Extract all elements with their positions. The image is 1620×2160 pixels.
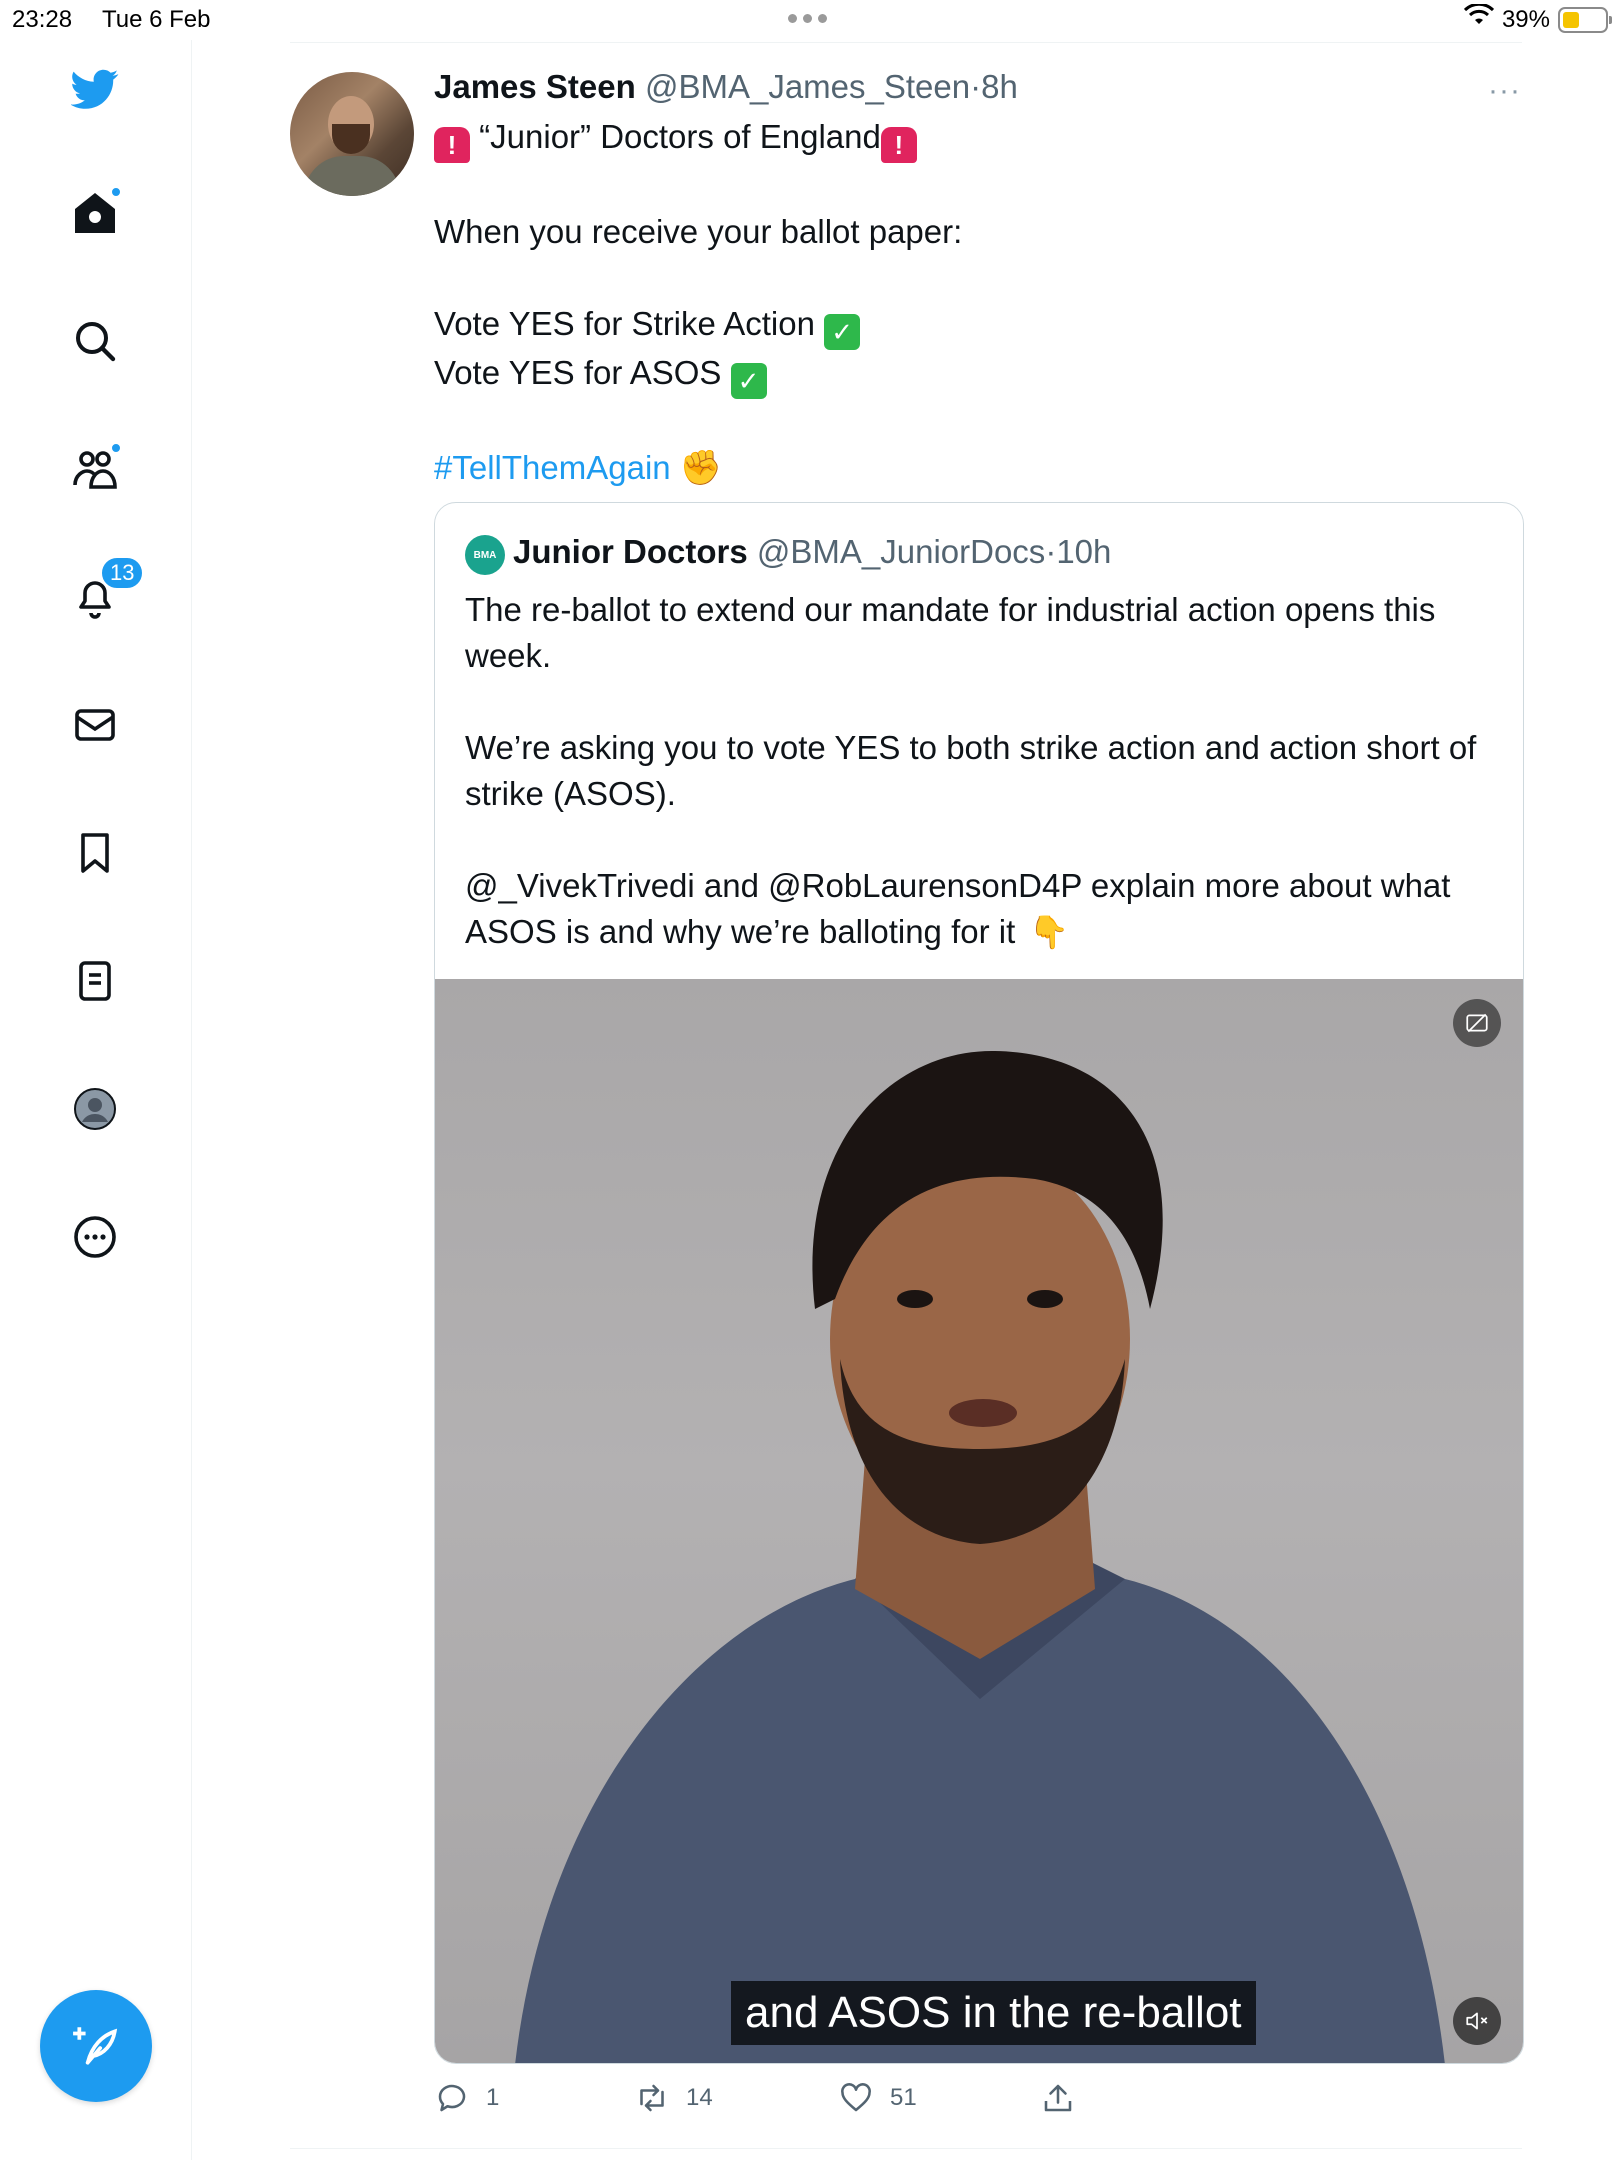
tweet-time[interactable]: 8h <box>981 68 1018 105</box>
timeline-divider <box>290 42 1522 43</box>
retweet-button[interactable]: 14 <box>634 2080 713 2116</box>
reply-button[interactable]: 1 <box>434 2080 499 2116</box>
bookmark-icon[interactable] <box>66 824 124 882</box>
sidebar: 13 <box>0 40 192 2160</box>
retweet-count: 14 <box>686 2084 713 2111</box>
quoted-text: The re-ballot to extend our mandate for … <box>465 587 1495 955</box>
video-caption: and ASOS in the re-ballot <box>731 1981 1256 2045</box>
mute-button[interactable] <box>1453 1997 1501 2045</box>
tweet-actions: 1 14 51 <box>434 2080 1534 2124</box>
quoted-time[interactable]: 10h <box>1056 533 1111 570</box>
share-button[interactable] <box>1040 2080 1076 2116</box>
communities-unread-dot <box>110 442 122 454</box>
header-separator: · <box>970 68 982 105</box>
author-avatar[interactable] <box>290 72 414 196</box>
check-emoji-icon: ✓ <box>730 363 767 399</box>
check-emoji-icon: ✓ <box>824 314 861 350</box>
more-circle-icon[interactable] <box>66 1208 124 1266</box>
quoted-paragraph-1: The re-ballot to extend our mandate for … <box>465 591 1436 674</box>
tweet-line-3: Vote YES for Strike Action <box>434 305 815 342</box>
captions-icon <box>1466 1013 1488 1033</box>
quoted-author-avatar[interactable]: BMA <box>465 535 505 575</box>
home-icon[interactable] <box>66 184 124 242</box>
timeline-divider <box>290 2148 1522 2149</box>
quoted-tweet[interactable]: BMA Junior Doctors @BMA_JuniorDocs·10h T… <box>434 502 1524 2064</box>
speaker-muted-icon <box>1466 2012 1488 2030</box>
tweet-text: ! “Junior” Doctors of England! When you … <box>434 114 1514 491</box>
author-handle[interactable]: @BMA_James_Steen <box>645 68 970 105</box>
author-name[interactable]: James Steen <box>434 68 636 105</box>
reply-count: 1 <box>486 2084 500 2111</box>
reply-icon <box>438 2084 466 2112</box>
status-time: 23:28 <box>12 6 73 33</box>
tweet-line-2: When you receive your ballot paper: <box>434 213 963 250</box>
battery-percent: 39% <box>1501 5 1550 33</box>
quoted-header-separator: · <box>1045 533 1057 570</box>
status-date: Tue 6 Feb <box>102 6 211 33</box>
mail-icon[interactable] <box>66 696 124 754</box>
search-icon[interactable] <box>66 312 124 370</box>
twitter-bird-icon[interactable] <box>66 60 124 118</box>
retweet-icon <box>640 2084 664 2112</box>
video-frame-person <box>515 1050 1445 2063</box>
battery-icon <box>1558 6 1612 33</box>
heart-icon <box>841 2083 871 2112</box>
communities-icon[interactable] <box>66 440 124 498</box>
compose-tweet-button[interactable] <box>40 1990 152 2102</box>
quoted-author-handle[interactable]: @BMA_JuniorDocs <box>757 533 1045 570</box>
tweet-line-1: “Junior” Doctors of England <box>479 118 881 155</box>
like-count: 51 <box>890 2084 917 2111</box>
home-unread-dot <box>110 186 122 198</box>
raised-fist-emoji-icon: ✊ <box>679 449 723 487</box>
profile-icon[interactable] <box>66 1080 124 1138</box>
status-bar: 23:28 Tue 6 Feb 39% <box>0 0 1620 40</box>
tweet-header: James Steen @BMA_James_Steen·8h <box>434 68 1018 106</box>
feather-plus-icon <box>73 2027 118 2065</box>
notifications-badge: 13 <box>100 556 145 590</box>
tweet-more-button[interactable]: ··· <box>1488 74 1521 108</box>
tweet-line-4: Vote YES for ASOS <box>434 354 722 391</box>
like-button[interactable]: 51 <box>838 2080 917 2116</box>
siren-emoji-icon: ! <box>880 127 917 163</box>
captions-toggle-button[interactable] <box>1453 999 1501 1047</box>
quoted-header: Junior Doctors @BMA_JuniorDocs·10h <box>513 533 1111 571</box>
share-icon <box>1044 2084 1072 2112</box>
list-icon[interactable] <box>66 952 124 1010</box>
video-player[interactable]: and ASOS in the re-ballot <box>435 979 1523 2063</box>
quoted-author-name[interactable]: Junior Doctors <box>513 533 748 570</box>
pointing-down-emoji-icon: 👇 <box>1029 914 1070 950</box>
siren-emoji-icon: ! <box>434 127 470 163</box>
wifi-icon <box>1463 2 1495 35</box>
status-right: 39% <box>1463 2 1612 35</box>
multitasking-dots-icon[interactable] <box>788 14 827 23</box>
hashtag-link[interactable]: #TellThemAgain <box>434 449 671 486</box>
quoted-paragraph-2: We’re asking you to vote YES to both str… <box>465 729 1477 812</box>
quoted-paragraph-3: @_VivekTrivedi and @RobLaurensonD4P expl… <box>465 867 1451 950</box>
